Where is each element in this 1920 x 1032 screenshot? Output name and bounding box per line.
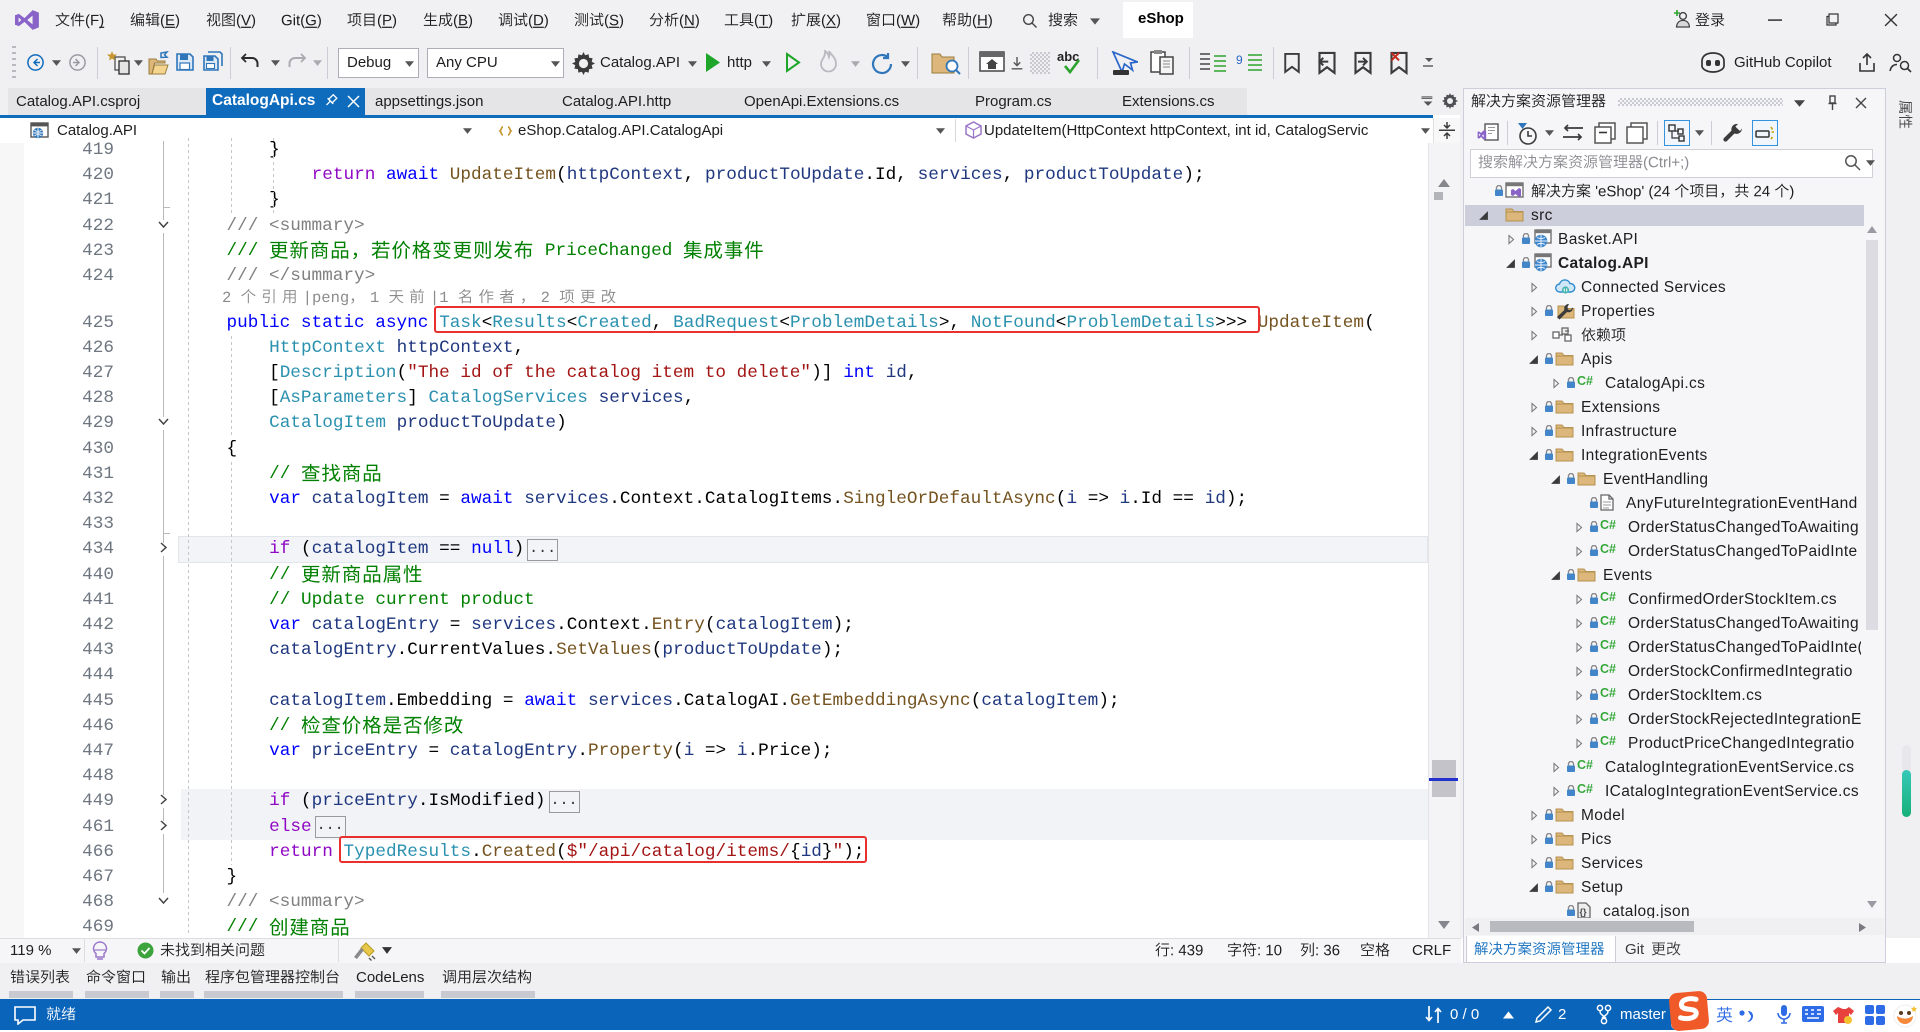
svg-text:9: 9 [1236, 53, 1243, 67]
svg-text:{}: {} [1580, 907, 1588, 917]
